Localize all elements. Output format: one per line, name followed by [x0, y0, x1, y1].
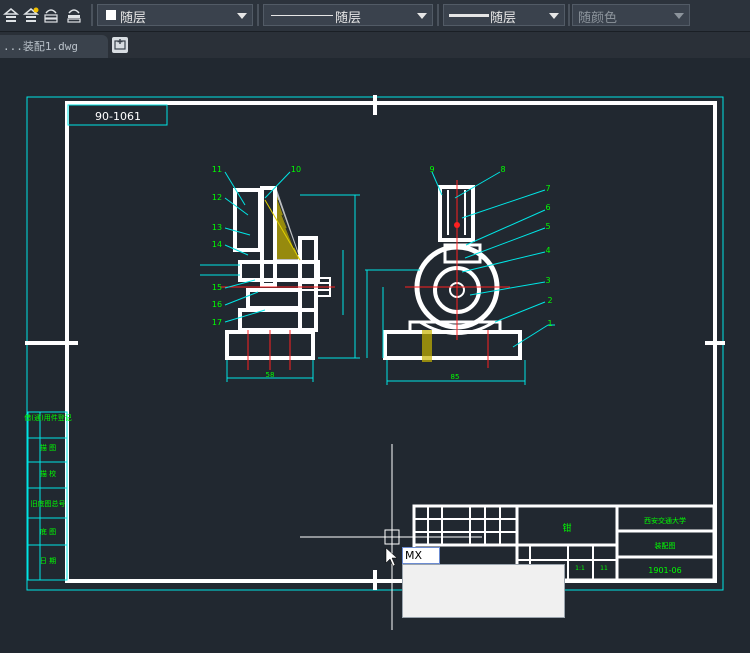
left-view — [220, 186, 335, 370]
chevron-down-icon — [237, 13, 247, 19]
color-dropdown[interactable]: 随颜色 — [572, 4, 690, 26]
part-number: 4 — [545, 246, 550, 255]
part-number: 3 — [545, 276, 550, 285]
part-number: 10 — [291, 165, 301, 174]
centering-marks — [25, 95, 725, 590]
toolbar-separator — [91, 4, 93, 26]
part-number: 1 — [547, 319, 552, 328]
properties-toolbar: 随层 随层 随层 随颜色 — [0, 0, 750, 32]
color-dropdown-label: 随颜色 — [578, 11, 618, 26]
layer-match-icon[interactable] — [42, 5, 60, 25]
side-label: 底 图 — [40, 527, 56, 536]
side-label: 描 校 — [40, 469, 56, 478]
dynamic-input[interactable]: MX — [402, 547, 440, 564]
scale-value: 1:1 — [575, 565, 585, 572]
tab-drawing-label: ...装配1.dwg — [3, 40, 78, 53]
lineweight-dropdown[interactable]: 随层 — [443, 4, 565, 26]
right-view — [383, 180, 522, 368]
side-label: 描 图 — [40, 443, 56, 452]
toolbar-separator — [568, 4, 570, 26]
layer-state-icon[interactable] — [2, 5, 20, 25]
dynamic-input-text: MX — [405, 549, 423, 562]
part-number: 17 — [212, 318, 222, 327]
linetype-dropdown-label: 随层 — [335, 11, 362, 26]
left-side-table — [27, 411, 68, 581]
side-label: 日 期 — [40, 557, 56, 565]
part-number: 12 — [212, 193, 222, 202]
tab-drawing[interactable]: ...装配1.dwg — [0, 35, 108, 58]
part-number: 8 — [500, 165, 505, 174]
dim-label: 58 — [266, 371, 275, 379]
lineweight-preview-icon — [449, 14, 489, 17]
dim-label: 85 — [451, 373, 460, 381]
side-label: 借(通)用件登记 — [24, 413, 71, 422]
toolbar-separator — [437, 4, 439, 26]
new-tab-icon[interactable] — [112, 37, 128, 53]
side-label: 旧底图总号 — [31, 499, 66, 508]
linetype-dropdown[interactable]: 随层 — [263, 4, 433, 26]
drawing-canvas[interactable]: 90-1061 借(通)用件登记 描 图 描 校 旧底图总号 底 图 日 期 5… — [0, 58, 750, 649]
school-name: 西安交通大学 — [644, 516, 686, 525]
part-number: 6 — [545, 203, 550, 212]
part-number: 16 — [212, 300, 222, 309]
part-number: 7 — [545, 184, 550, 193]
command-suggestion-popup[interactable] — [402, 564, 565, 618]
code-box-text: 90-1061 — [95, 110, 141, 123]
drawing-svg: 90-1061 借(通)用件登记 描 图 描 校 旧底图总号 底 图 日 期 5… — [24, 95, 725, 630]
layer-dropdown[interactable]: 随层 — [97, 4, 253, 26]
drawing-code: 1901-06 — [648, 566, 681, 575]
chevron-down-icon — [417, 13, 427, 19]
product-name: 钳 — [562, 522, 571, 534]
sheet-value: 11 — [600, 565, 608, 572]
lineweight-dropdown-label: 随层 — [490, 11, 517, 26]
dimension-labels: 58 85 — [266, 371, 460, 381]
layer-previous-icon[interactable] — [22, 5, 40, 25]
chevron-down-icon — [549, 13, 559, 19]
part-number: 2 — [547, 296, 552, 305]
layer-dropdown-label: 随层 — [120, 11, 147, 26]
part-number: 11 — [212, 165, 222, 174]
part-number: 14 — [212, 240, 222, 249]
toolbar-separator — [257, 4, 259, 26]
part-number: 5 — [545, 222, 550, 231]
drawing-type: 装配图 — [655, 541, 676, 550]
part-number: 9 — [429, 165, 434, 174]
layer-iso-icon[interactable] — [65, 5, 83, 25]
chevron-down-icon — [674, 13, 684, 19]
sheet-border — [26, 96, 724, 591]
linetype-preview-icon — [271, 15, 333, 16]
left-side-labels: 借(通)用件登记 描 图 描 校 旧底图总号 底 图 日 期 — [24, 413, 71, 565]
part-number: 13 — [212, 223, 222, 232]
part-number: 15 — [212, 283, 222, 292]
color-swatch — [106, 10, 116, 20]
